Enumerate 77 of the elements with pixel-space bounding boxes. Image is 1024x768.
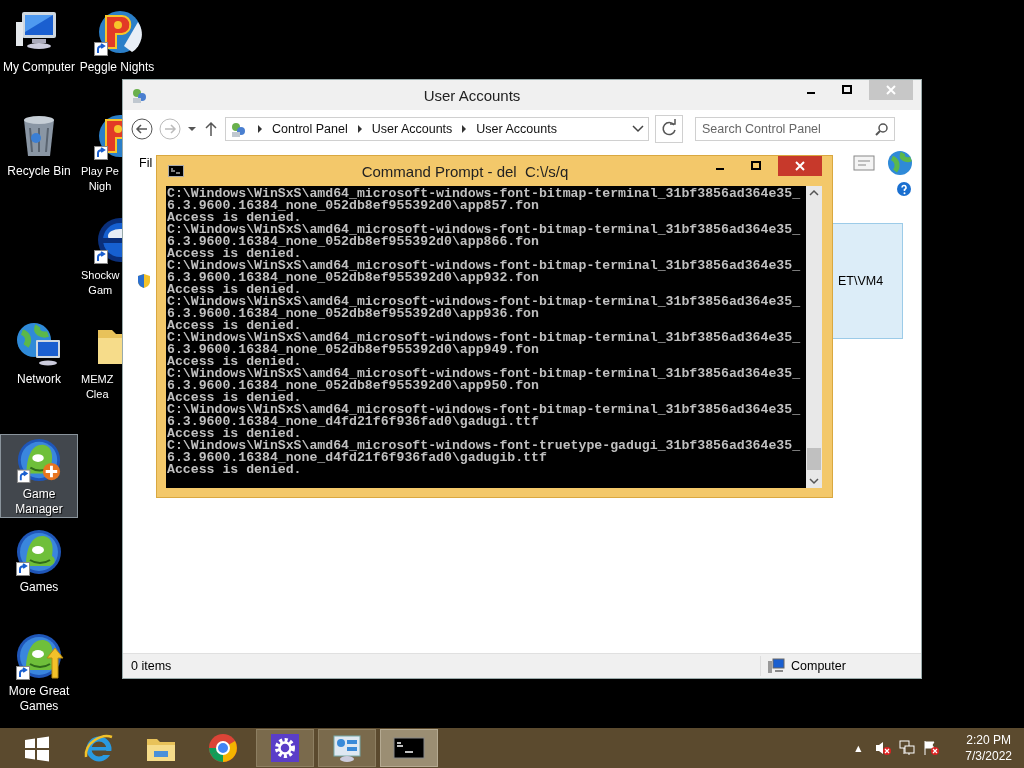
help-icon[interactable] [897,182,911,196]
taskbar-button[interactable] [318,729,376,767]
console-line: 6.3.9600.16384_none_052db8ef955392d0\app866.fon [167,236,539,248]
desktop-icon-label[interactable]: MEMZ Clea [81,372,114,402]
close-button[interactable] [778,156,822,176]
console-line: 6.3.9600.16384_none_052db8ef955392d0\app857.fon [167,200,539,212]
console-line: C:\Windows\WinSxS\amd64_microsoft-windows-font-bitmap-terminal_31bf3856ad364e35_ [167,296,802,308]
breadcrumb-arrow-icon[interactable] [460,124,469,134]
desktop-icon-label[interactable]: Network [17,372,61,387]
users-icon [230,121,248,137]
taskbar-button[interactable] [380,729,438,767]
console-line: 6.3.9600.16384_none_052db8ef955392d0\app932.fon [167,272,539,284]
desktop-icon-label[interactable]: Shockw Gam [81,268,120,298]
breadcrumb[interactable]: User Accounts [371,122,453,136]
clock[interactable]: 2:20 PM 7/3/2022 [965,732,1012,764]
panel-text: ET\VM4 [838,274,884,288]
globe-icon[interactable] [887,150,913,176]
item-count: 0 items [131,659,172,673]
maximize-icon[interactable] [842,85,852,95]
console-line: C:\Windows\WinSxS\amd64_microsoft-windows-font-bitmap-terminal_31bf3856ad364e35_ [167,260,802,272]
desktop-icon-label[interactable]: Play Pe Nigh [81,164,119,194]
breadcrumb[interactable]: User Accounts [476,122,557,136]
console-line: C:\Windows\WinSxS\amd64_microsoft-windows-font-bitmap-terminal_31bf3856ad364e35_ [167,188,802,200]
console-line: Access is denied. [167,320,302,332]
console-line: C:\Windows\WinSxS\amd64_microsoft-windows-font-bitmap-terminal_31bf3856ad364e35_ [167,224,802,236]
desktop-icon-label[interactable]: Peggle Nights [79,60,155,75]
desktop-icon-label[interactable]: Recycle Bin [7,164,71,179]
computer-icon [767,658,785,674]
breadcrumb[interactable]: Control Panel [272,122,348,136]
shortcut-peggle-icon[interactable] [92,8,142,56]
console-line: Access is denied. [167,428,302,440]
back-button[interactable] [131,118,153,140]
shortcut-fish-icon[interactable] [14,528,64,576]
console-line: Access is denied. [167,248,302,260]
scrollbar-thumb[interactable] [807,448,821,470]
console-icon [168,165,184,177]
desktop-icon-label[interactable]: More Great Games [8,684,70,714]
console-line: Access is denied. [167,464,302,476]
console-line: 6.3.9600.16384_none_d4fd21f6f936fad0\gadugi.ttf [167,416,539,428]
chevron-down-icon[interactable] [632,124,644,134]
taskbar-button[interactable] [256,729,314,767]
desktop-icon-label[interactable]: Games [19,580,59,595]
console-line: Access is denied. [167,284,302,296]
console-line: Access is denied. [167,212,302,224]
address-bar[interactable]: Control Panel User Accounts User Accounts [225,117,649,141]
console-line: C:\Windows\WinSxS\amd64_microsoft-windows-font-bitmap-terminal_31bf3856ad364e35_ [167,404,802,416]
close-icon[interactable] [795,161,805,171]
maximize-icon[interactable] [751,161,761,171]
breadcrumb-arrow-icon[interactable] [256,124,264,134]
breadcrumb-arrow-icon[interactable] [355,124,364,134]
console-line: 6.3.9600.16384_none_052db8ef955392d0\app950.fon [167,380,539,392]
menu-item[interactable]: Fil [139,156,153,170]
desktop-icon-label[interactable]: My Computer [3,60,75,75]
show-hidden-icons-button[interactable]: ▲ [855,743,862,753]
window-title: User Accounts [422,86,522,104]
search-icon[interactable] [875,122,889,136]
desktop-icon-label[interactable]: Game Manager [15,487,63,517]
console-line: Access is denied. [167,356,302,368]
search-field[interactable]: Search Control Panel [695,117,895,141]
shield-icon [137,273,151,289]
console-line: Access is denied. [167,392,302,404]
window-title: Command Prompt - del C:\/s/q [360,162,570,180]
scrollbar[interactable] [806,186,822,488]
users-icon [131,87,147,103]
flag-icon[interactable] [923,740,940,756]
console-line: 6.3.9600.16384_none_052db8ef955392d0\app949.fon [167,344,539,356]
location-label: Computer [791,659,846,673]
console-line: 6.3.9600.16384_none_052db8ef955392d0\app936.fon [167,308,539,320]
refresh-button[interactable] [655,115,683,143]
chrome-browser-icon [206,731,240,765]
speaker-muted-icon[interactable] [875,740,892,756]
console-line: 6.3.9600.16384_none_d4fd21f6f936fad0\gadugib.ttf [167,452,547,464]
gear-icon [268,731,302,765]
console-line: C:\Windows\WinSxS\amd64_microsoft-windows-font-bitmap-terminal_31bf3856ad364e35_ [167,368,802,380]
console-line: C:\Windows\WinSxS\amd64_microsoft-windows-font-bitmap-terminal_31bf3856ad364e35_ [167,332,802,344]
desktop-icon-selection[interactable]: Game Manager [0,434,78,518]
console-line: C:\Windows\WinSxS\amd64_microsoft-windows-font-truetype-gadugi_31bf3856ad364e35_ [167,440,802,452]
